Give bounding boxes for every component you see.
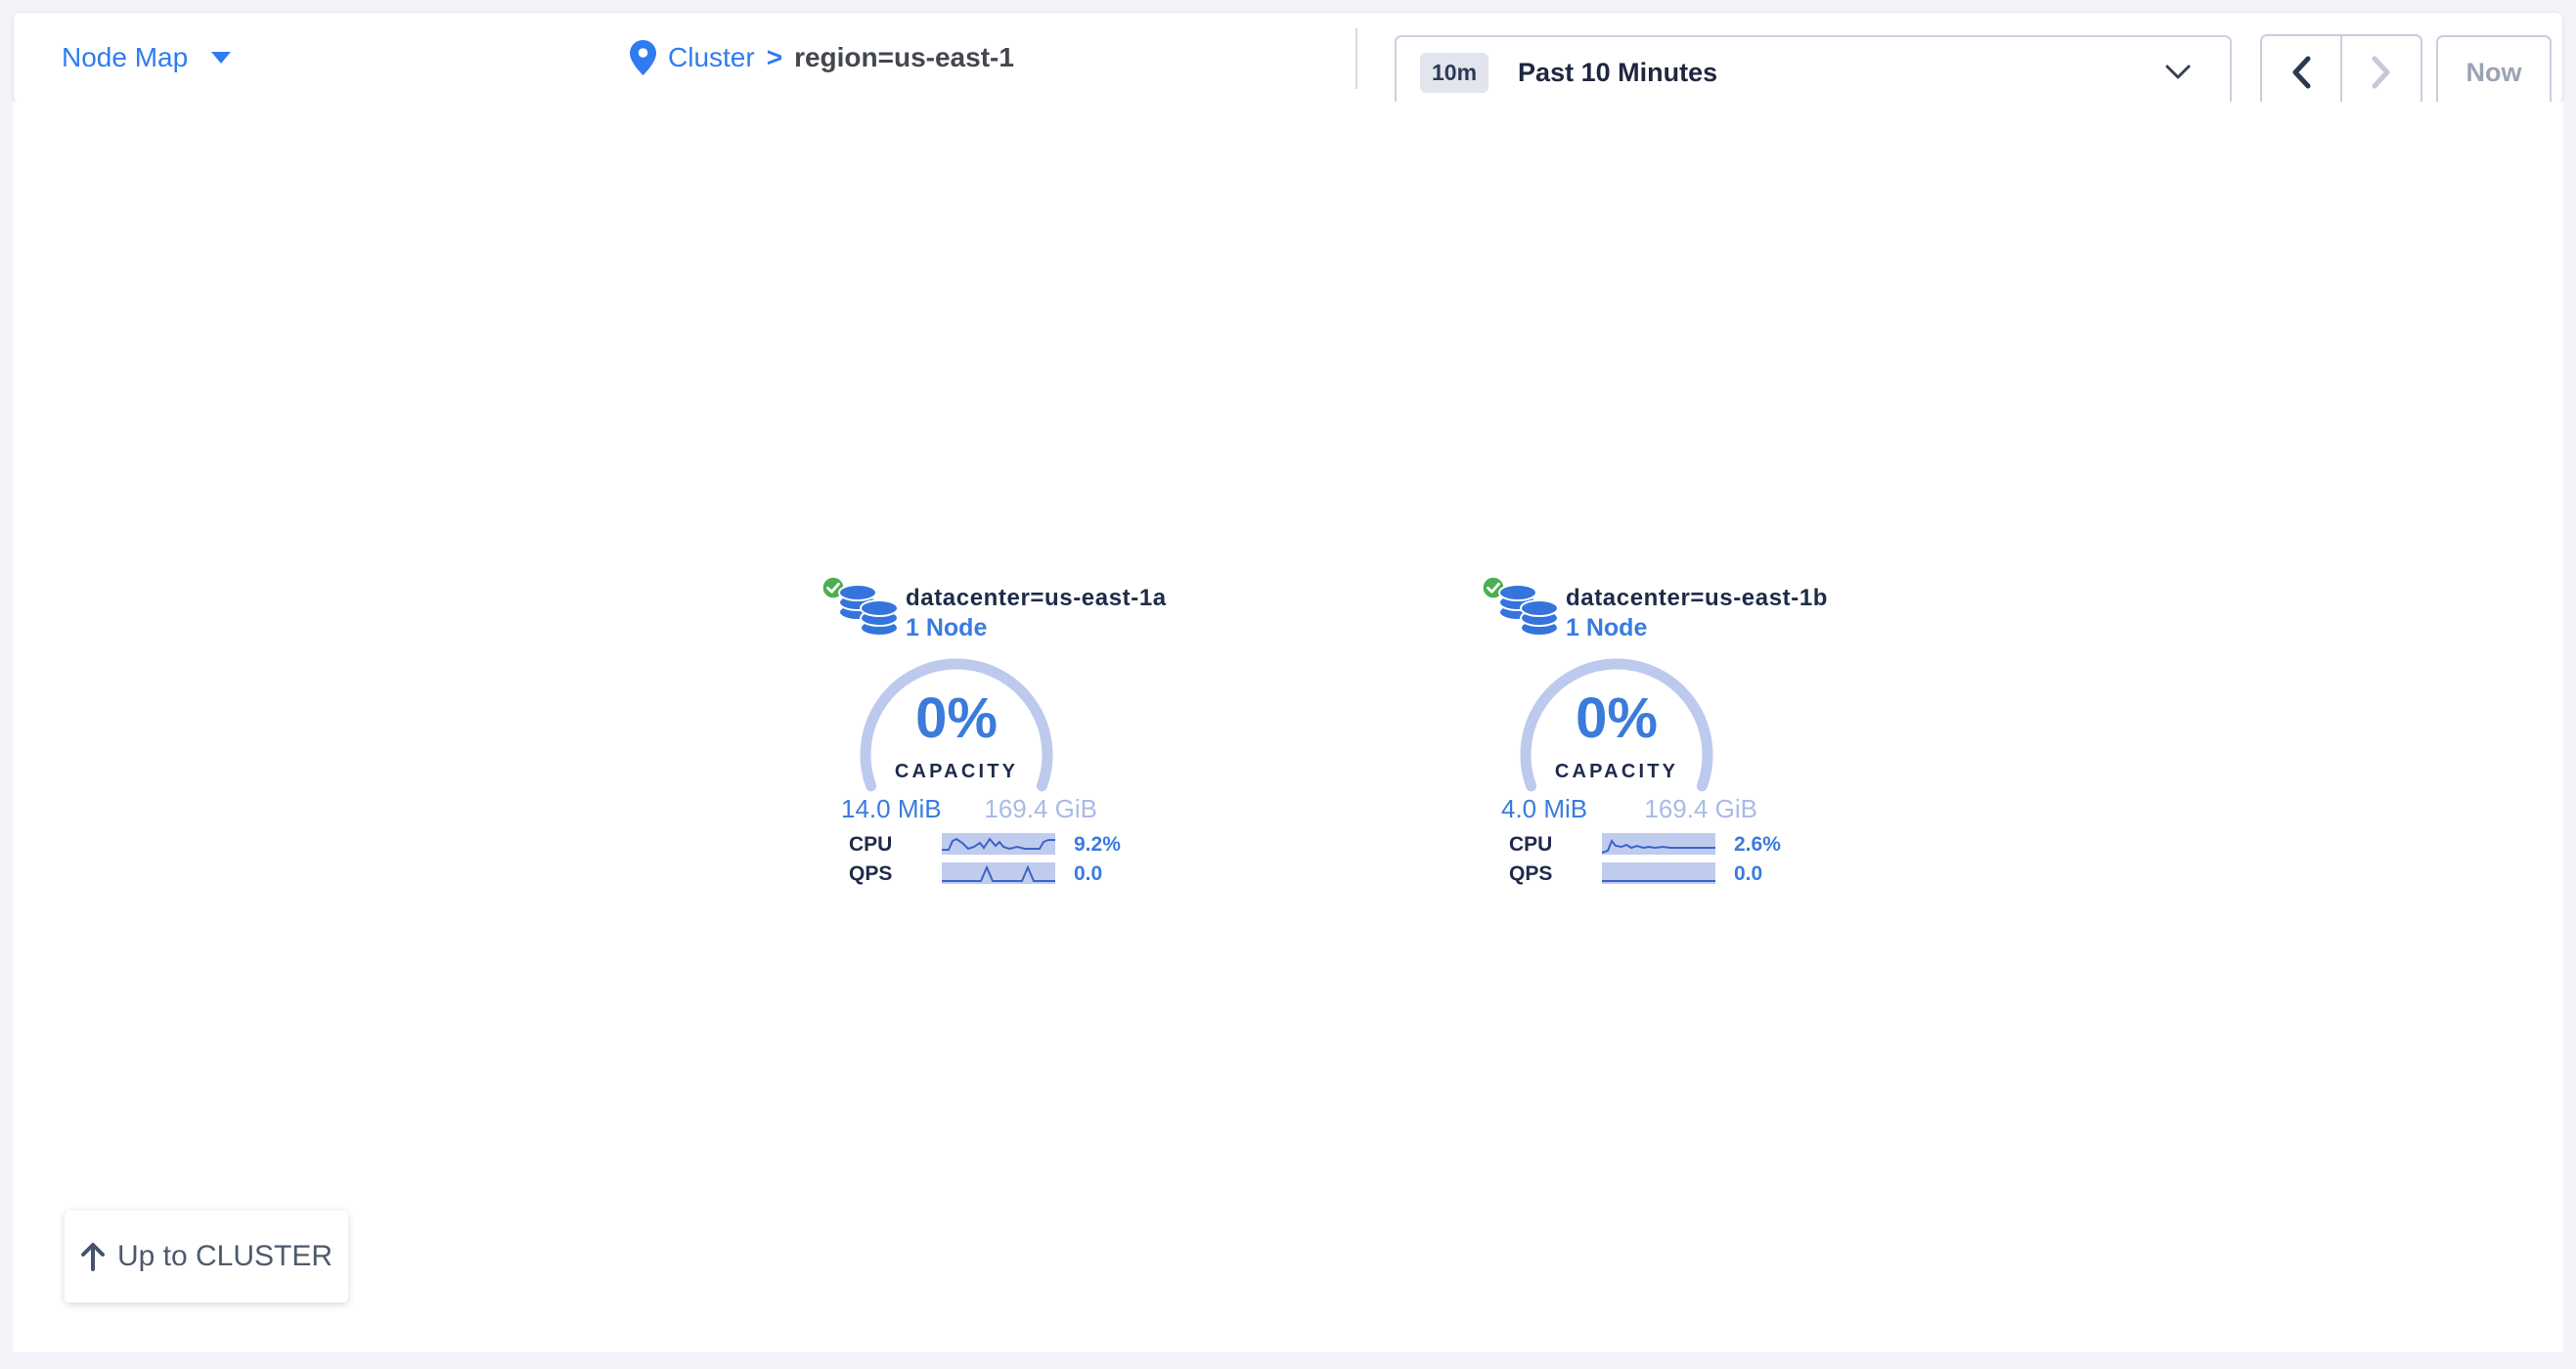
time-range-badge: 10m [1420,53,1488,93]
breadcrumb-current: region=us-east-1 [794,42,1014,73]
locality-us-east-1b[interactable]: datacenter=us-east-1b 1 Node 0% CAPACITY… [1460,573,1783,905]
cpu-stat-row: CPU 9.2% [841,833,1134,857]
qps-label: QPS [849,862,892,886]
locality-title: datacenter=us-east-1b [1566,585,1828,612]
breadcrumb: Cluster > region=us-east-1 [630,13,1014,103]
capacity-used: 14.0 MiB [841,794,942,824]
qps-sparkline [1602,862,1715,884]
breadcrumb-cluster-link[interactable]: Cluster [668,42,755,73]
time-prev-button[interactable] [2262,36,2340,109]
database-stack-icon [837,579,900,640]
cpu-label: CPU [849,833,892,857]
top-bar: Node Map Cluster > region=us-east-1 10m … [13,12,2563,104]
time-range-label: Past 10 Minutes [1518,58,1717,88]
capacity-label: CAPACITY [1509,761,1724,783]
view-selector-dropdown[interactable]: Node Map [62,13,231,103]
now-button[interactable]: Now [2436,35,2552,110]
qps-value: 0.0 [1734,862,1762,886]
node-map-canvas: datacenter=us-east-1a 1 Node 0% CAPACITY… [13,102,2563,1352]
up-to-cluster-button[interactable]: Up to CLUSTER [65,1211,348,1303]
time-range-dropdown[interactable]: 10m Past 10 Minutes [1395,35,2232,110]
qps-stat-row: QPS 0.0 [1501,862,1795,886]
chevron-down-icon [2165,65,2191,80]
cpu-value: 2.6% [1734,833,1781,857]
capacity-gauge-arc [1509,647,1724,862]
location-pin-icon [630,40,656,75]
qps-stat-row: QPS 0.0 [841,862,1134,886]
qps-sparkline [942,862,1055,884]
capacity-values: 14.0 MiB 169.4 GiB [841,794,1097,824]
locality-node-count[interactable]: 1 Node [906,614,987,642]
topbar-divider [1355,28,1357,89]
breadcrumb-separator: > [767,42,782,73]
node-map-page: Node Map Cluster > region=us-east-1 10m … [0,0,2576,1369]
chevron-right-icon [2369,54,2394,91]
time-next-button[interactable] [2340,36,2421,109]
qps-label: QPS [1509,862,1552,886]
cpu-sparkline [942,833,1055,855]
locality-us-east-1a[interactable]: datacenter=us-east-1a 1 Node 0% CAPACITY… [800,573,1123,905]
locality-title: datacenter=us-east-1a [906,585,1167,612]
cpu-value: 9.2% [1074,833,1121,857]
view-selector-label[interactable]: Node Map [62,42,188,73]
capacity-percent: 0% [849,690,1064,747]
capacity-total: 169.4 GiB [1644,794,1757,824]
capacity-values: 4.0 MiB 169.4 GiB [1501,794,1757,824]
capacity-label: CAPACITY [849,761,1064,783]
capacity-used: 4.0 MiB [1501,794,1587,824]
capacity-gauge-arc [849,647,1064,862]
arrow-up-icon [80,1242,106,1271]
qps-value: 0.0 [1074,862,1102,886]
chevron-left-icon [2288,54,2314,91]
capacity-percent: 0% [1509,690,1724,747]
cpu-sparkline [1602,833,1715,855]
database-stack-icon [1497,579,1560,640]
time-nav-group [2260,34,2422,110]
caret-down-icon [211,52,231,64]
capacity-total: 169.4 GiB [984,794,1097,824]
cpu-label: CPU [1509,833,1552,857]
cpu-stat-row: CPU 2.6% [1501,833,1795,857]
locality-node-count[interactable]: 1 Node [1566,614,1647,642]
up-to-cluster-label: Up to CLUSTER [117,1240,333,1273]
